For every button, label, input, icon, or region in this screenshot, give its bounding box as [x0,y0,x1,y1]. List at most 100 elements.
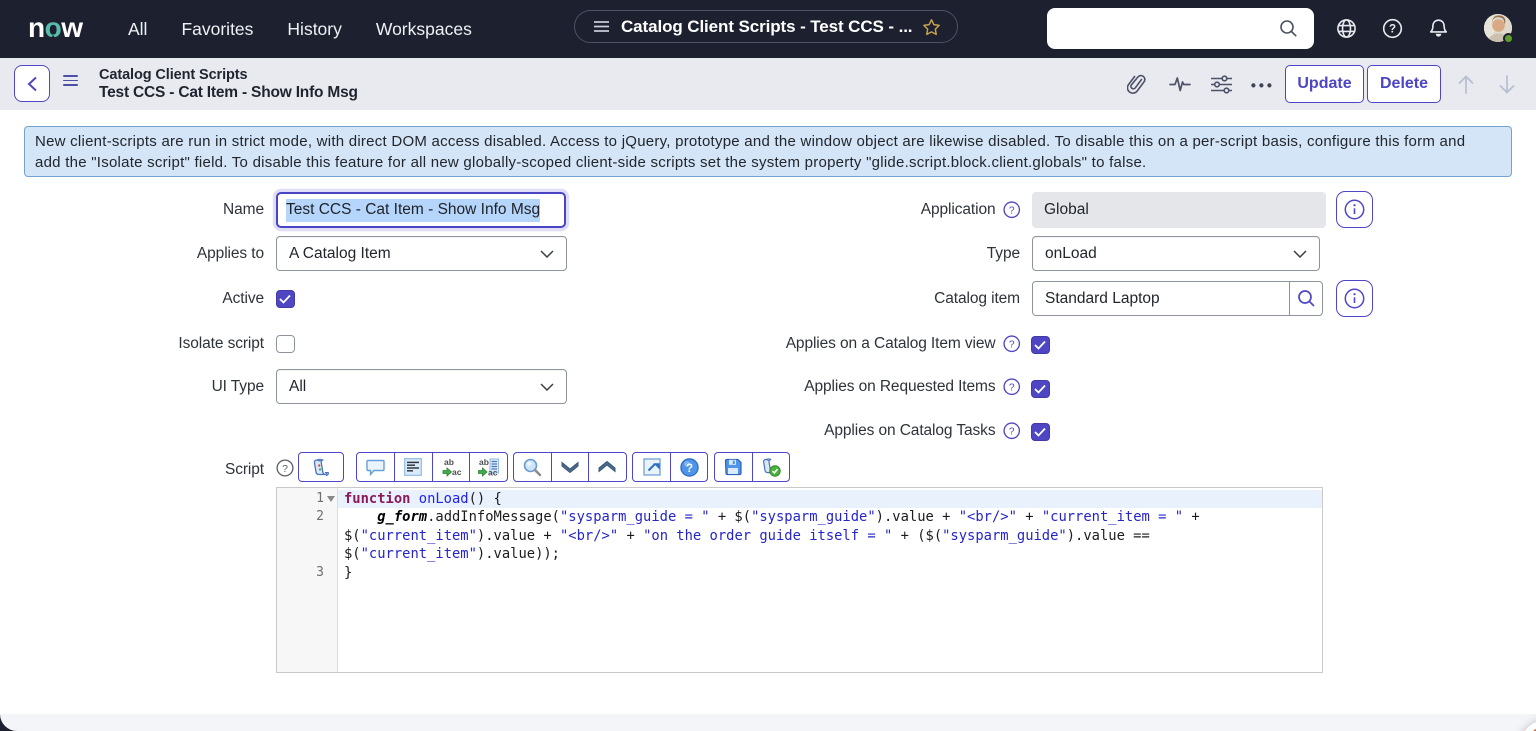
applies-catalog-tasks-help-icon[interactable]: ? [1003,422,1021,440]
info-icon [1344,288,1365,309]
fold-marker-icon[interactable] [327,496,335,502]
attachment-icon[interactable] [1127,74,1147,95]
open-in-window-button[interactable] [633,453,670,481]
more-options-icon[interactable] [1251,83,1272,88]
isolate-script-label: Isolate script [0,326,264,362]
update-button[interactable]: Update [1285,65,1364,103]
save-button[interactable] [715,453,752,481]
nav-item-workspaces[interactable]: Workspaces [376,19,472,40]
search-input[interactable] [1057,8,1277,49]
toolbar-group-window: ? [632,452,708,482]
next-section-strip [0,714,1536,731]
applies-requested-items-help-icon[interactable]: ? [1003,378,1021,396]
comment-button[interactable] [357,453,395,481]
catalog-item-info-button[interactable] [1336,280,1373,317]
isolate-script-checkbox[interactable] [276,335,295,354]
active-checkbox[interactable] [276,290,295,309]
nav-item-all[interactable]: All [128,19,147,40]
toolbar-group-syntax [298,452,344,482]
script-syntax-button[interactable] [299,453,343,481]
applies-to-select[interactable]: A Catalog Item [276,236,567,271]
script-help-icon[interactable]: ? [276,459,294,477]
servicenow-logo[interactable]: now [28,13,83,43]
type-select[interactable]: onLoad [1032,236,1320,271]
svg-text:?: ? [1008,340,1014,351]
list-icon [594,20,609,33]
activity-stream-icon[interactable] [1169,74,1191,95]
code-line[interactable]: $("current_item").value)); [338,545,1322,564]
ui-type-value: All [289,378,306,396]
application-help-icon[interactable]: ? [1003,201,1021,219]
info-banner: New client-scripts are run in strict mod… [24,126,1512,177]
check-icon [1034,384,1046,394]
next-record-icon[interactable] [1496,74,1518,95]
search-code-icon [523,458,542,477]
check-icon [279,294,291,304]
editor-code[interactable]: function onLoad() { g_form.addInfoMessag… [338,488,1322,672]
record-type-title: Catalog Client Scripts [99,67,247,83]
ui-type-label: UI Type [0,369,264,404]
applies-to-label: Applies to [0,236,264,271]
form-context-menu-icon[interactable] [63,75,78,87]
previous-record-icon[interactable] [1455,74,1477,95]
svg-text:ab: ab [444,457,454,467]
nav-item-favorites[interactable]: Favorites [181,19,253,40]
type-value: onLoad [1045,245,1097,263]
application-field-readonly: Global [1032,192,1326,228]
back-button[interactable] [14,65,50,102]
star-icon[interactable] [922,18,941,37]
form-header-bar: Catalog Client Scripts Test CCS - Cat It… [0,58,1536,110]
line-number: 2 [277,508,324,527]
code-line[interactable]: g_form.addInfoMessage("sysparm_guide = "… [338,508,1322,527]
search-code-button[interactable] [514,453,551,481]
lookup-search-icon [1297,289,1316,308]
applies-catalog-view-help-icon[interactable]: ? [1003,335,1021,353]
script-validate-button[interactable] [752,453,789,481]
replace-all-button[interactable]: ab ac [469,453,507,481]
toolbar-group-edit: ab ac ab ac [356,452,508,482]
active-label: Active [0,281,264,316]
catalog-item-input[interactable]: Standard Laptop [1032,281,1290,316]
personalize-icon[interactable] [1210,74,1233,95]
logo-n: n [28,12,45,43]
svg-text:ab: ab [479,457,489,467]
name-input[interactable]: Test CCS - Cat Item - Show Info Msg [276,192,566,228]
svg-text:?: ? [1389,24,1396,36]
script-validate-icon [761,457,781,477]
notifications-icon[interactable] [1428,18,1449,39]
applies-catalog-tasks-label: Applies on Catalog Tasks ? [560,413,1020,449]
globe-icon[interactable] [1336,18,1357,39]
find-previous-icon [598,461,616,473]
help-icon[interactable]: ? [1382,18,1403,39]
replace-icon: ab ac [441,457,461,477]
applies-catalog-view-checkbox[interactable] [1031,336,1050,355]
logo-w: w [61,12,82,43]
application-info-button[interactable] [1336,191,1373,228]
svg-text:?: ? [1008,206,1014,217]
replace-button[interactable]: ab ac [432,453,470,481]
svg-text:ac: ac [488,468,498,478]
toolbar-group-search [513,452,627,482]
editor-gutter: 123 [277,488,338,672]
context-pill[interactable]: Catalog Client Scripts - Test CCS - ... [574,10,958,43]
format-code-button[interactable] [394,453,432,481]
find-next-button[interactable] [551,453,588,481]
delete-button[interactable]: Delete [1367,65,1441,103]
applies-requested-items-checkbox[interactable] [1031,380,1050,399]
code-line[interactable]: } [338,564,1322,583]
line-number: 3 [277,564,324,583]
code-line[interactable]: $("current_item").value + "<br/>" + "on … [338,527,1322,546]
catalog-item-label: Catalog item [560,281,1020,316]
code-line[interactable]: function onLoad() { [338,490,1322,509]
applies-catalog-tasks-checkbox[interactable] [1031,423,1050,442]
chevron-down-icon [540,383,554,391]
script-code-editor[interactable]: 123 function onLoad() { g_form.addInfoMe… [276,487,1323,673]
search-icon[interactable] [1279,19,1298,38]
find-previous-button[interactable] [588,453,625,481]
toolbar-group-save [714,452,790,482]
nav-item-history[interactable]: History [287,19,341,40]
chevron-down-icon [540,250,554,258]
editor-help-button[interactable]: ? [670,453,707,481]
ui-type-select[interactable]: All [276,369,567,404]
catalog-item-lookup-button[interactable] [1289,281,1323,316]
